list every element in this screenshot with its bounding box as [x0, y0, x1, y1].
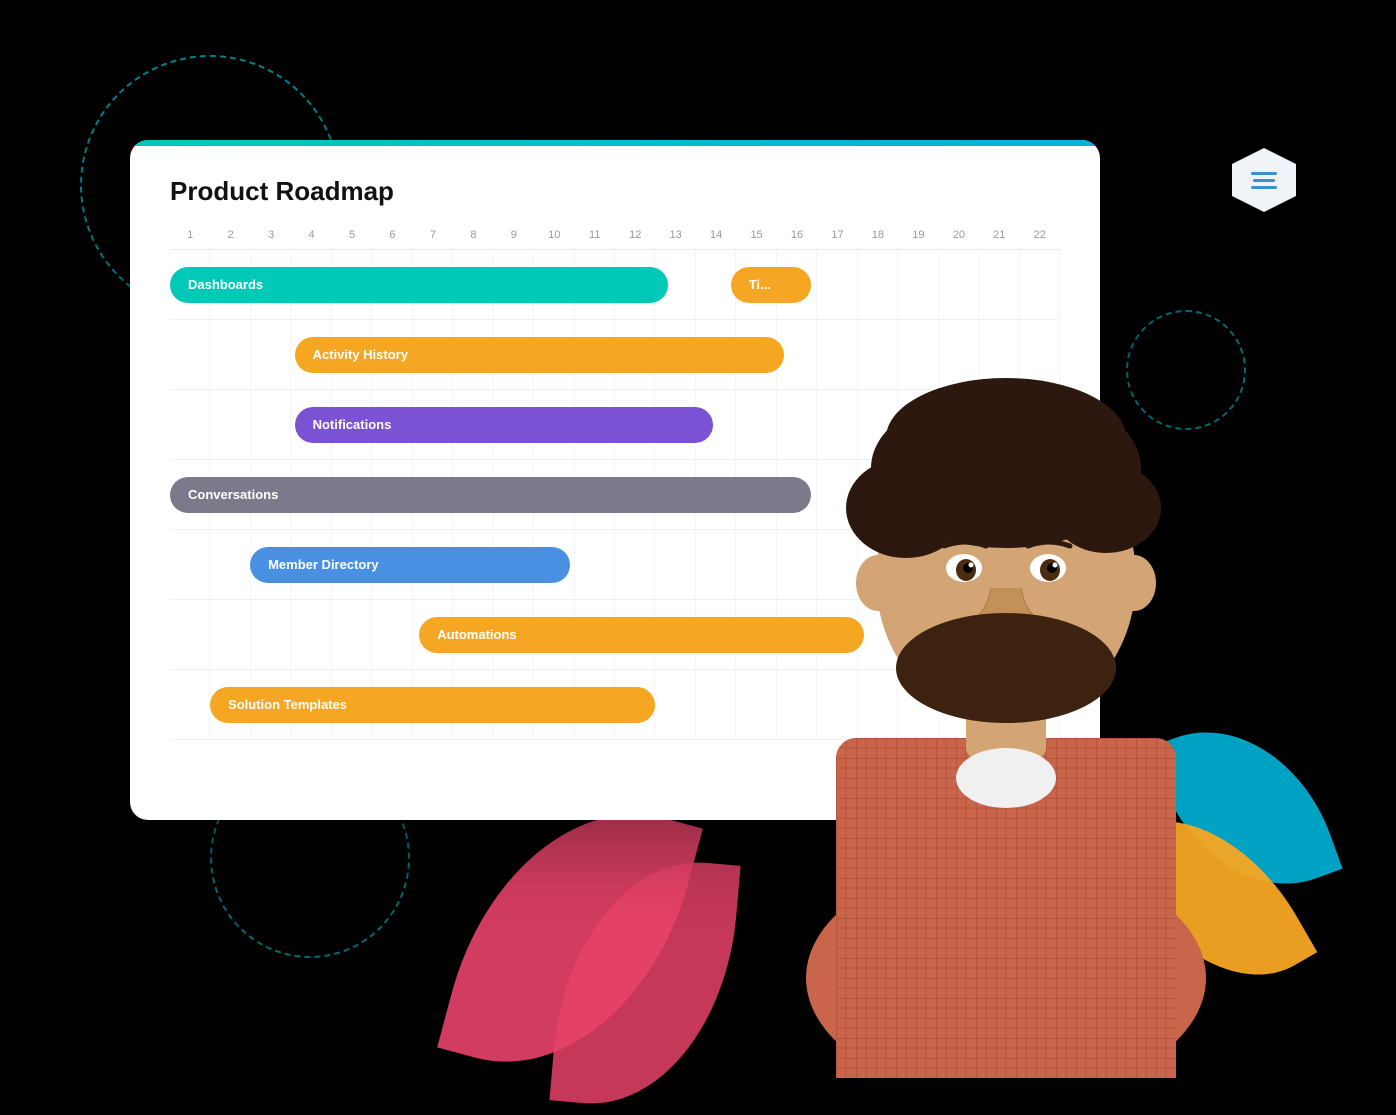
- gantt-bar: Dashboards: [170, 267, 668, 303]
- menu-icon: [1251, 172, 1277, 189]
- menu-line-3: [1251, 186, 1277, 189]
- gantt-col-header: 11: [575, 229, 615, 241]
- gantt-col-header: 6: [372, 229, 412, 241]
- gantt-col-header: 2: [210, 229, 250, 241]
- gantt-bar: Solution Templates: [210, 687, 655, 723]
- gantt-col-header: 12: [615, 229, 655, 241]
- gantt-col-header: 8: [453, 229, 493, 241]
- gantt-bar: Member Directory: [250, 547, 570, 583]
- gantt-col-header: 13: [655, 229, 695, 241]
- menu-line-1: [1251, 172, 1277, 175]
- gantt-col-header: 3: [251, 229, 291, 241]
- gantt-col-header: 9: [494, 229, 534, 241]
- person-image: [696, 178, 1296, 1078]
- gantt-col-header: 10: [534, 229, 574, 241]
- person-svg: [716, 198, 1296, 1078]
- gantt-col-header: 1: [170, 229, 210, 241]
- gantt-col-header: 5: [332, 229, 372, 241]
- gantt-col-header: 7: [413, 229, 453, 241]
- gantt-col-header: 4: [291, 229, 331, 241]
- menu-line-2: [1253, 179, 1275, 182]
- gantt-bar: Notifications: [295, 407, 713, 443]
